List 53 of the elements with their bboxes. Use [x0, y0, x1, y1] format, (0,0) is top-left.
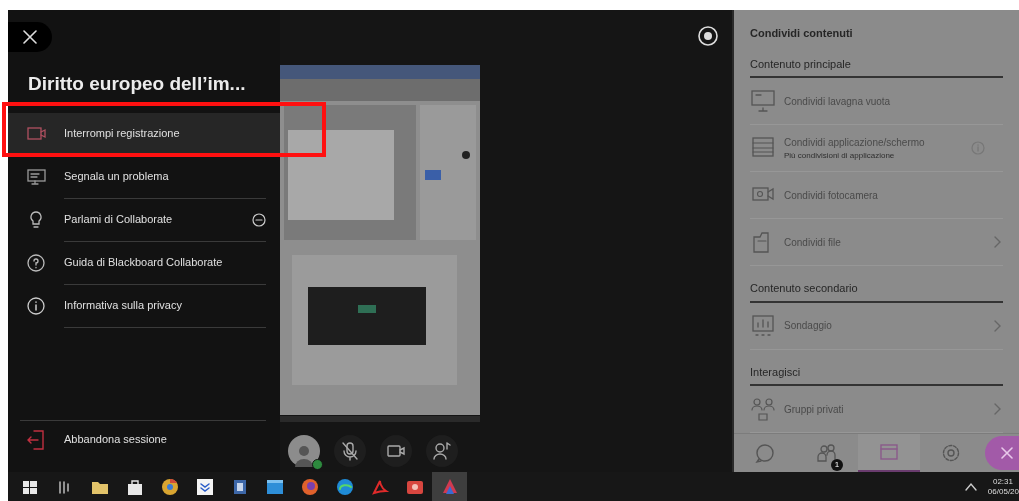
menu-item-label: Guida di Blackboard Collaborate	[64, 255, 224, 271]
notification-badge: 1	[831, 459, 843, 471]
chevron-right-icon	[993, 319, 1001, 332]
option-label: Condividi lavagna vuota	[784, 94, 892, 109]
section-heading: Interagisci	[750, 363, 1003, 386]
camera-button[interactable]	[380, 435, 412, 467]
leave-session-item[interactable]: Abbandona sessione	[20, 420, 266, 458]
option-description: Più condivisioni di applicazione	[784, 149, 896, 162]
help-icon	[26, 253, 46, 273]
settings-icon	[940, 442, 962, 464]
menu-item-label: Informativa sulla privacy	[64, 298, 183, 314]
poll-icon	[750, 312, 776, 339]
raise-hand-button[interactable]	[426, 435, 458, 467]
close-button[interactable]	[8, 22, 52, 52]
menu-item-label: Parlami di Collaborate	[64, 212, 174, 228]
menu-item-label: Segnala un problema	[64, 169, 170, 185]
collapse-icon	[252, 212, 266, 227]
share-option[interactable]: Condividi applicazione/schermo Più condivisioni di applicazione	[750, 125, 1003, 172]
section-heading: Contenuto principale	[750, 55, 1003, 78]
chevron-right-icon	[993, 403, 1001, 415]
chevron-right-icon	[993, 236, 1001, 248]
option-label: Condividi fotocamera	[784, 188, 879, 203]
panel-tab[interactable]	[858, 434, 920, 472]
recording-indicator-icon	[697, 25, 719, 47]
session-title: Diritto europeo dell’im...	[28, 72, 247, 96]
panel-title: Condividi contenuti	[750, 26, 854, 41]
monitor-icon	[26, 167, 46, 187]
menu-item[interactable]: Informativa sulla privacy	[8, 284, 280, 328]
option-label: Gruppi privati	[784, 402, 845, 417]
avatar[interactable]	[288, 435, 320, 467]
menu-item-label: Interrompi registrazione	[64, 126, 181, 142]
chevron-up-icon	[965, 481, 977, 492]
exit-door-icon	[26, 428, 46, 451]
close-icon	[1001, 447, 1013, 459]
clock-date: 06/05/20	[987, 486, 1019, 497]
groups-icon	[750, 396, 776, 422]
menu-item[interactable]: Parlami di Collaborate	[8, 198, 280, 242]
menu-item[interactable]: Guida di Blackboard Collaborate	[8, 241, 280, 285]
close-icon	[23, 30, 37, 44]
menu-item[interactable]: Interrompi registrazione	[8, 112, 280, 156]
chat-icon	[754, 442, 776, 464]
mic-button[interactable]	[334, 435, 366, 467]
raise-hand-icon	[431, 440, 453, 462]
people-icon	[816, 442, 838, 464]
option-label: Sondaggio	[784, 319, 833, 333]
option-label: Condividi file	[784, 235, 842, 250]
option-label: Condividi applicazione/schermo	[784, 135, 926, 150]
info-icon	[26, 296, 46, 316]
whiteboard-icon	[750, 88, 776, 114]
menu-item[interactable]: Segnala un problema	[8, 155, 280, 199]
share-icon	[878, 441, 900, 463]
clock-time: 02:31	[992, 476, 1014, 487]
section-heading: Contenuto secondario	[750, 280, 1003, 303]
